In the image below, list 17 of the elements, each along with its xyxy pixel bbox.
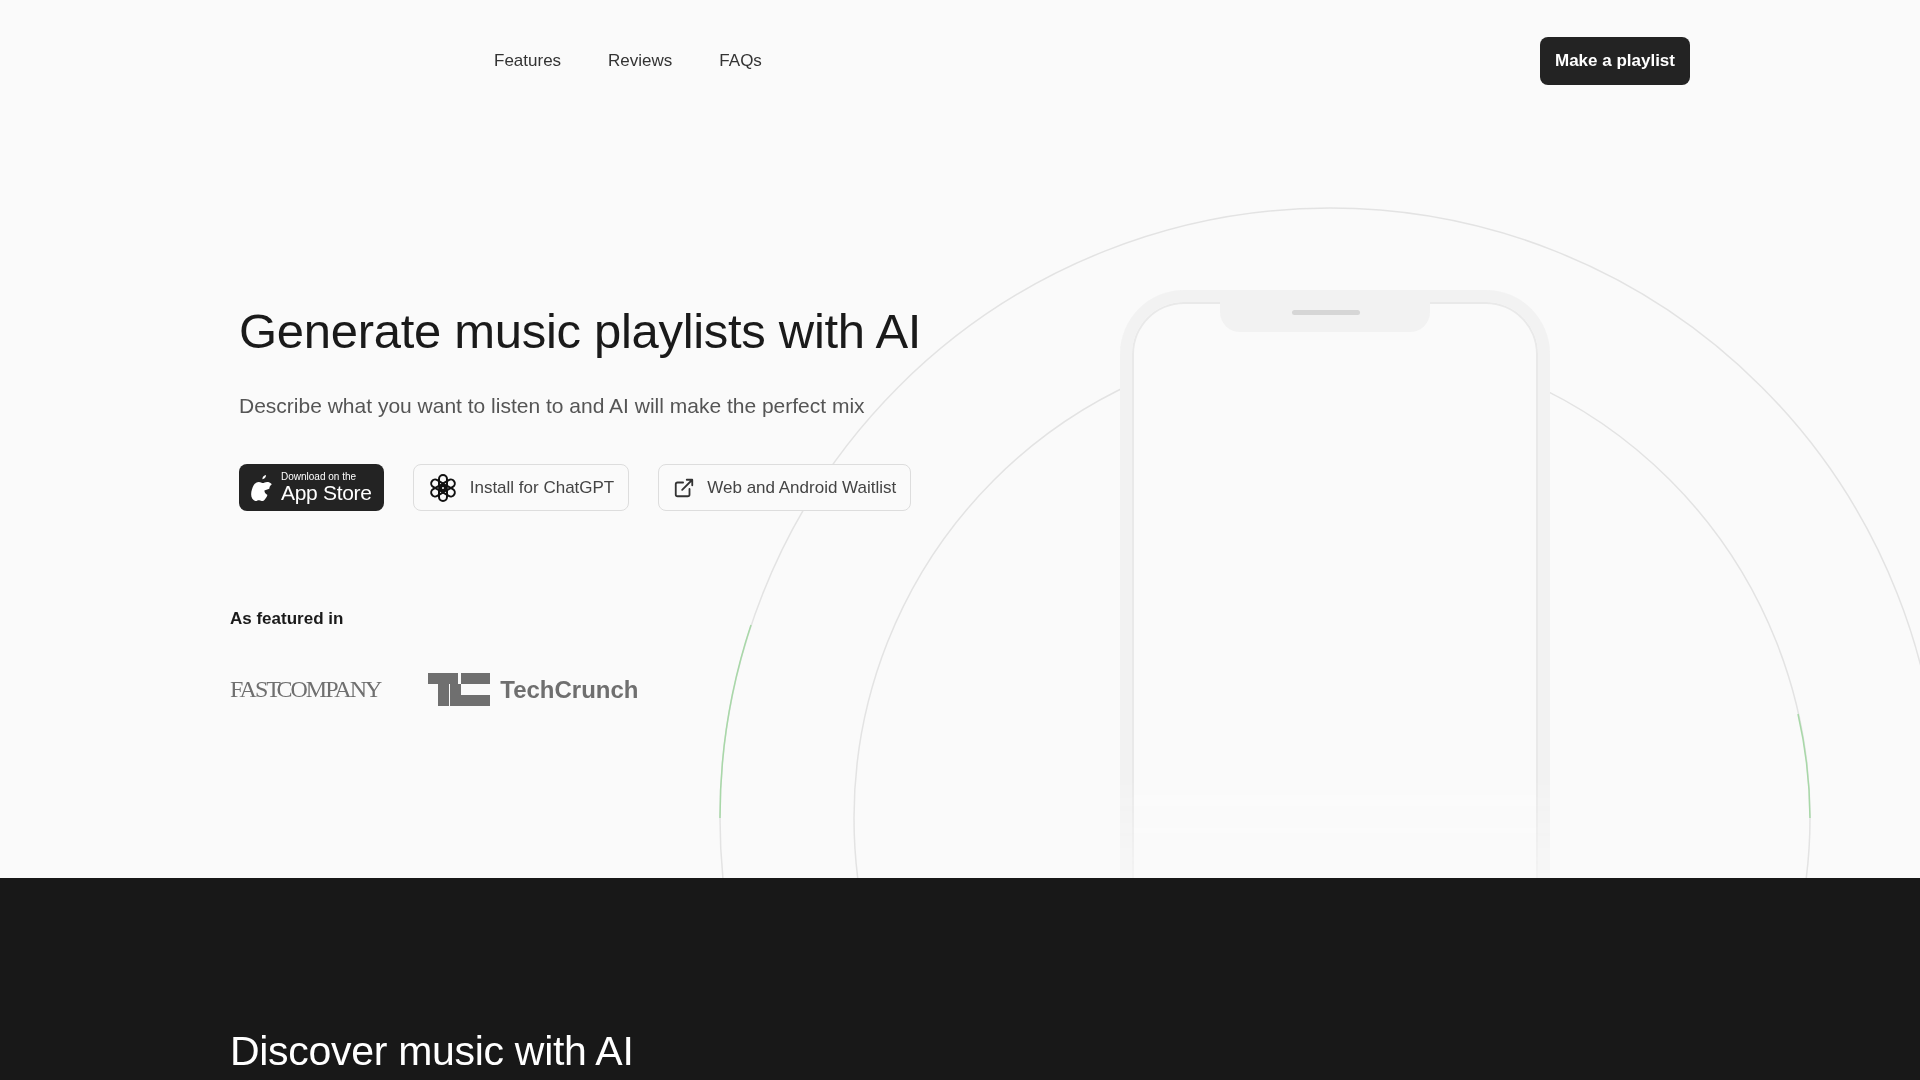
fast-company-logo: FAST COMPANY — [230, 676, 381, 703]
featured-heading: As featured in — [230, 609, 345, 629]
make-playlist-button[interactable]: Make a playlist — [1540, 37, 1690, 85]
apple-icon — [251, 474, 273, 501]
section-title: Discover music with AI — [229, 1027, 635, 1075]
nav-link[interactable]: FAQs — [719, 51, 762, 71]
hero-title: Generate music playlists with AI — [239, 303, 923, 359]
install-chatgpt-button[interactable]: Install for ChatGPT — [412, 464, 630, 511]
block-letters-icon — [428, 673, 491, 706]
techcrunch-logo: TechCrunch — [500, 675, 639, 704]
nav-link[interactable]: Reviews — [608, 51, 673, 71]
app-store-button[interactable]: Download on the App Store — [239, 464, 384, 511]
hero-subtitle: Describe what you want to listen to and AI will make the perfect mix — [239, 394, 866, 418]
waitlist-button[interactable]: Web and Android Waitlist — [658, 464, 912, 511]
knot-icon — [427, 472, 458, 503]
nav-link[interactable]: Features — [494, 51, 562, 71]
external-link-icon — [673, 476, 696, 499]
